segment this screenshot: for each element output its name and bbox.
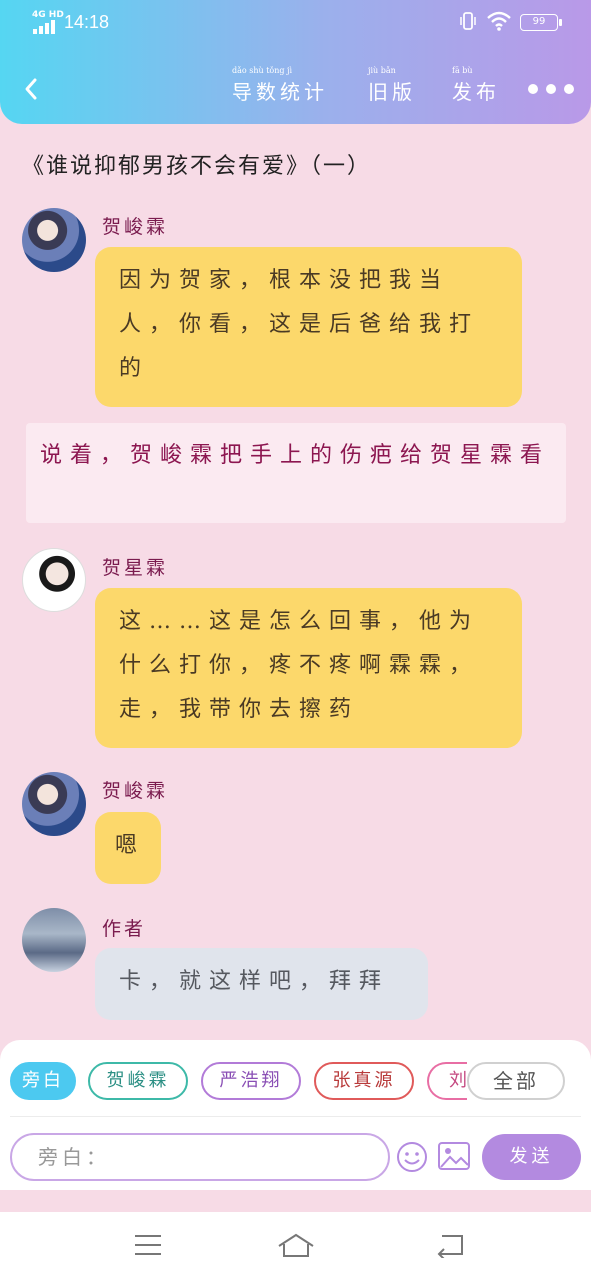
battery-icon: 99 [520,14,562,31]
wifi-icon [487,11,511,31]
avatar[interactable] [22,548,86,612]
home-icon[interactable] [276,1232,316,1260]
message-bubble[interactable]: 这……这是怎么回事，他为什么打你，疼不疼啊霖霖，走，我带你去擦药 [95,588,522,748]
message-bubble[interactable]: 因为贺家，根本没把我当人，你看，这是后爸给我打的 [95,247,522,407]
sender-name: 作者 [102,918,147,940]
old-version-button[interactable]: jiù bǎn 旧版 [368,66,416,105]
sender-name: 贺星霖 [102,557,169,579]
signal-icon [33,20,57,34]
role-chip-zhang-zhenyuan[interactable]: 张真源 [314,1062,414,1100]
message-input[interactable]: 旁白： [10,1133,390,1181]
send-button[interactable]: 发送 [482,1134,581,1180]
publish-button[interactable]: fā bù 发布 [452,66,500,105]
image-icon[interactable] [437,1141,471,1171]
network-indicator: 4G HD [32,10,64,20]
role-chip-he-junlin[interactable]: 贺峻霖 [88,1062,188,1100]
role-chip-narration[interactable]: 旁白 [10,1062,76,1100]
sender-name: 贺峻霖 [102,216,169,238]
avatar[interactable] [22,772,86,836]
nav-bar: dǎo shù tǒng jì 导数统计 jiù bǎn 旧版 fā bù 发布 [0,62,591,112]
divider [10,1116,581,1117]
back-icon[interactable] [20,76,42,102]
system-nav-bar [0,1212,591,1280]
message-bubble[interactable]: 嗯 [95,812,161,884]
all-roles-button[interactable]: 全部 [467,1062,565,1100]
status-bar: 4G HD 14:18 99 [0,8,591,36]
sender-name: 贺峻霖 [102,780,169,802]
role-chip-liu[interactable]: 刘 [427,1062,467,1100]
avatar[interactable] [22,208,86,272]
back-nav-icon[interactable] [434,1232,466,1258]
story-title: 《谁说抑郁男孩不会有爱》（一） [22,154,372,179]
vibrate-icon [460,12,476,30]
role-chip-yan-haoxiang[interactable]: 严浩翔 [201,1062,301,1100]
more-icon[interactable] [528,82,576,96]
message-bubble[interactable]: 卡，就这样吧，拜拜 [95,948,428,1020]
menu-icon[interactable] [133,1232,163,1258]
narration-block[interactable]: 说着，贺峻霖把手上的伤疤给贺星霖看 [26,423,566,523]
stats-button[interactable]: dǎo shù tǒng jì 导数统计 [232,66,328,105]
clock: 14:18 [64,12,110,32]
avatar[interactable] [22,908,86,972]
app-header: 4G HD 14:18 99 dǎo shù tǒng jì 导数统计 jiù … [0,0,591,124]
emoji-icon[interactable] [396,1141,428,1173]
